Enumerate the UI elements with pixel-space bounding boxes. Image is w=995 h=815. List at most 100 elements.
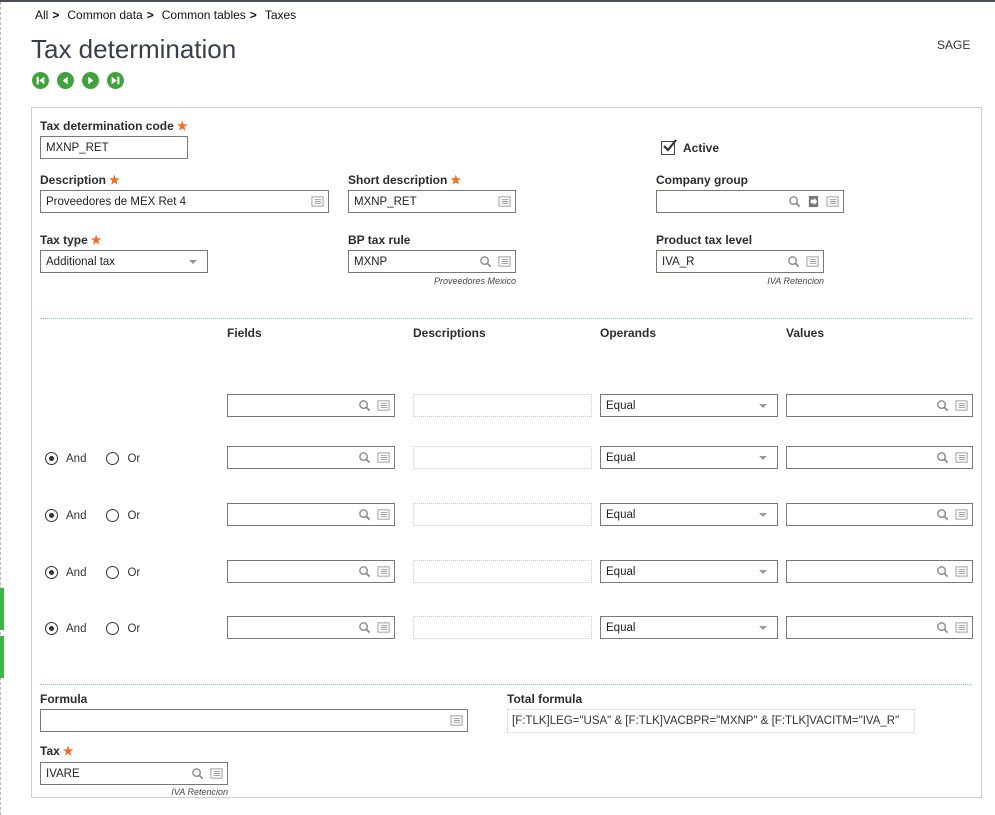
breadcrumb-separator: > xyxy=(249,8,257,22)
search-icon[interactable] xyxy=(477,254,493,270)
detail-icon[interactable] xyxy=(953,450,969,466)
detail-icon[interactable] xyxy=(496,194,512,210)
detail-icon[interactable] xyxy=(375,620,391,636)
last-record-button[interactable] xyxy=(107,72,124,89)
search-icon[interactable] xyxy=(786,194,802,210)
section-divider xyxy=(40,318,972,319)
checkbox-checked-icon xyxy=(661,139,677,155)
chevron-down-icon xyxy=(759,569,767,574)
search-icon[interactable] xyxy=(785,254,801,270)
search-icon[interactable] xyxy=(356,564,372,580)
detail-icon[interactable] xyxy=(375,507,391,523)
next-icon xyxy=(88,76,94,85)
required-star-icon: ★ xyxy=(90,233,102,247)
condition-value-input[interactable] xyxy=(786,560,973,583)
side-tab-1[interactable] xyxy=(0,588,4,630)
connector-radio-group: And Or xyxy=(45,566,140,579)
detail-icon[interactable] xyxy=(953,564,969,580)
detail-icon[interactable] xyxy=(804,254,820,270)
last-icon xyxy=(111,76,120,85)
condition-value-input[interactable] xyxy=(786,394,973,417)
search-icon[interactable] xyxy=(356,398,372,414)
breadcrumb-taxes[interactable]: Taxes xyxy=(265,8,296,22)
or-label: Or xyxy=(127,452,141,465)
search-icon[interactable] xyxy=(356,507,372,523)
and-radio[interactable] xyxy=(45,622,58,635)
detail-icon[interactable] xyxy=(448,713,464,729)
search-icon[interactable] xyxy=(934,564,950,580)
breadcrumb-all[interactable]: All xyxy=(35,8,48,22)
short-description-label: Short description ★ xyxy=(348,173,462,187)
or-radio[interactable] xyxy=(106,509,120,522)
detail-icon[interactable] xyxy=(953,620,969,636)
required-star-icon: ★ xyxy=(62,744,74,758)
condition-description xyxy=(413,394,592,417)
description-input[interactable]: Proveedores de MEX Ret 4 xyxy=(40,190,329,213)
condition-field-input[interactable] xyxy=(227,616,395,639)
condition-operand-select[interactable]: Equal xyxy=(600,446,778,469)
condition-field-input[interactable] xyxy=(227,560,395,583)
breadcrumb-common-tables[interactable]: Common tables xyxy=(162,8,246,22)
company-group-input[interactable] xyxy=(656,190,844,213)
condition-value-input[interactable] xyxy=(786,446,973,469)
product-tax-level-input[interactable]: IVA_R xyxy=(656,250,824,273)
detail-icon[interactable] xyxy=(375,450,391,466)
and-radio[interactable] xyxy=(45,509,58,522)
breadcrumb-separator: > xyxy=(52,8,60,22)
chevron-down-icon xyxy=(759,403,767,408)
first-record-button[interactable] xyxy=(32,72,49,89)
left-edge xyxy=(0,2,1,815)
condition-field-input[interactable] xyxy=(227,446,395,469)
condition-operand-select[interactable]: Equal xyxy=(600,560,778,583)
condition-operand-select[interactable]: Equal xyxy=(600,616,778,639)
condition-description xyxy=(413,446,592,469)
search-icon[interactable] xyxy=(934,507,950,523)
search-icon[interactable] xyxy=(934,620,950,636)
detail-icon[interactable] xyxy=(824,194,840,210)
tax-input[interactable]: IVARE xyxy=(40,762,228,785)
or-radio[interactable] xyxy=(106,622,120,635)
and-radio[interactable] xyxy=(45,452,58,465)
detail-icon[interactable] xyxy=(496,254,512,270)
condition-value-input[interactable] xyxy=(786,503,973,526)
tax-type-select[interactable]: Additional tax xyxy=(40,250,208,273)
condition-value-input[interactable] xyxy=(786,616,973,639)
bp-tax-rule-input[interactable]: MXNP xyxy=(348,250,516,273)
required-star-icon: ★ xyxy=(450,173,462,187)
condition-field-input[interactable] xyxy=(227,503,395,526)
and-label: And xyxy=(66,566,87,579)
breadcrumb: All > Common data > Common tables > Taxes xyxy=(35,8,296,22)
short-description-input[interactable]: MXNP_RET xyxy=(348,190,516,213)
required-star-icon: ★ xyxy=(176,119,188,133)
tax-determination-code-input[interactable]: MXNP_RET xyxy=(40,136,188,159)
detail-icon[interactable] xyxy=(208,766,224,782)
search-icon[interactable] xyxy=(934,450,950,466)
detail-icon[interactable] xyxy=(953,507,969,523)
next-record-button[interactable] xyxy=(82,72,99,89)
or-radio[interactable] xyxy=(106,566,120,579)
page-title: Tax determination xyxy=(31,34,237,64)
top-border xyxy=(0,0,995,2)
and-radio[interactable] xyxy=(45,566,58,579)
detail-icon[interactable] xyxy=(375,564,391,580)
first-icon xyxy=(36,76,45,85)
condition-operand-select[interactable]: Equal xyxy=(600,394,778,417)
breadcrumb-common-data[interactable]: Common data xyxy=(67,8,142,22)
detail-icon[interactable] xyxy=(309,194,325,210)
formula-input[interactable] xyxy=(40,709,468,732)
or-radio[interactable] xyxy=(106,452,120,465)
previous-record-button[interactable] xyxy=(57,72,74,89)
search-icon[interactable] xyxy=(356,620,372,636)
search-icon[interactable] xyxy=(934,398,950,414)
detail-icon[interactable] xyxy=(953,398,969,414)
search-icon[interactable] xyxy=(356,450,372,466)
jump-to-icon[interactable] xyxy=(805,194,821,210)
bp-tax-rule-description: Proveedores Mexico xyxy=(433,276,516,286)
condition-operand-select[interactable]: Equal xyxy=(600,503,778,526)
condition-field-input[interactable] xyxy=(227,394,395,417)
active-checkbox[interactable]: Active xyxy=(661,139,719,155)
search-icon[interactable] xyxy=(189,766,205,782)
detail-icon[interactable] xyxy=(375,398,391,414)
side-tab-2[interactable] xyxy=(0,636,4,678)
connector-radio-group: And Or xyxy=(45,622,140,635)
